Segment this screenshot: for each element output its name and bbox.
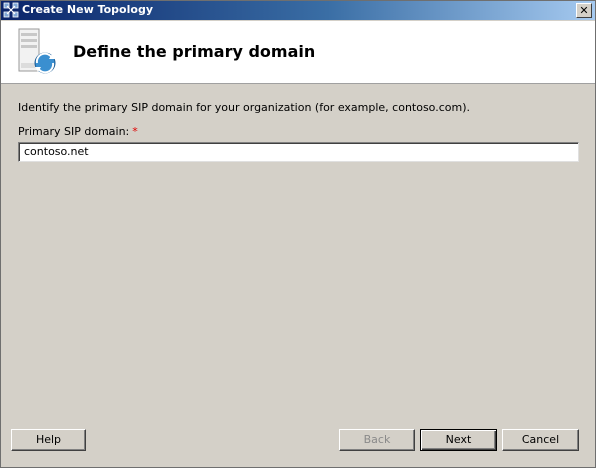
topology-icon bbox=[3, 2, 19, 18]
back-button[interactable]: Back bbox=[339, 429, 415, 451]
server-globe-icon bbox=[18, 28, 56, 74]
instruction-text: Identify the primary SIP domain for your… bbox=[18, 101, 470, 114]
title-bar[interactable]: Create New Topology ✕ bbox=[1, 1, 595, 20]
cancel-button[interactable]: Cancel bbox=[502, 429, 579, 451]
window-title: Create New Topology bbox=[22, 3, 153, 16]
close-button[interactable]: ✕ bbox=[576, 3, 592, 18]
page-title: Define the primary domain bbox=[73, 42, 316, 61]
wizard-header: Define the primary domain bbox=[1, 21, 595, 84]
next-button[interactable]: Next bbox=[420, 429, 497, 451]
field-label-text: Primary SIP domain: bbox=[18, 125, 130, 138]
required-indicator: * bbox=[132, 125, 138, 138]
primary-sip-domain-label: Primary SIP domain: * bbox=[18, 125, 138, 138]
help-button[interactable]: Help bbox=[11, 429, 86, 451]
create-topology-dialog: Create New Topology ✕ Define the primary… bbox=[0, 0, 596, 468]
primary-sip-domain-input[interactable] bbox=[18, 142, 579, 162]
close-icon: ✕ bbox=[579, 4, 589, 17]
